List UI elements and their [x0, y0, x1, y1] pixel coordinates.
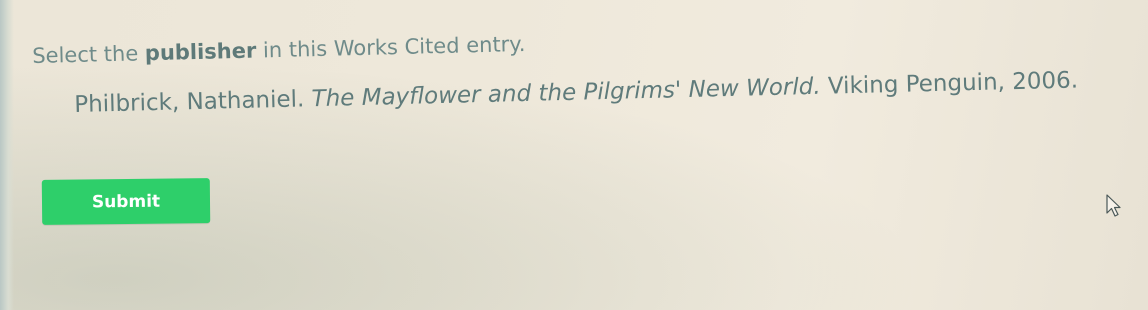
works-cited-entry: Philbrick, Nathaniel. The Mayflower and … [74, 67, 1078, 118]
citation-title[interactable]: The Mayflower and the Pilgrims' New Worl… [311, 74, 821, 112]
citation-year[interactable]: 2006. [1012, 67, 1078, 95]
citation-publisher[interactable]: Viking Penguin, [828, 69, 1006, 99]
question-prompt: Select the publisher in this Works Cited… [32, 32, 526, 68]
arrow-cursor-icon [1106, 194, 1121, 217]
question-prefix: Select the [32, 41, 146, 68]
citation-author[interactable]: Philbrick, Nathaniel. [74, 86, 305, 118]
screen: Select the publisher in this Works Cited… [0, 0, 1148, 310]
question-suffix: in this Works Cited entry. [256, 31, 526, 63]
screen-bezel-edge [0, 0, 14, 310]
submit-button[interactable]: Submit [41, 178, 211, 225]
question-keyword: publisher [144, 38, 257, 66]
